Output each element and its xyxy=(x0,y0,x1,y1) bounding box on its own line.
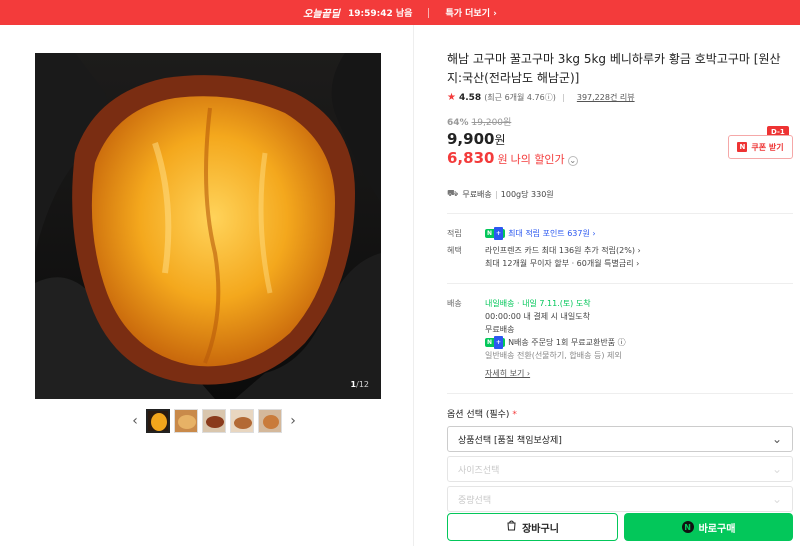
image-counter-total: /12 xyxy=(356,380,369,389)
product-info-panel: 해남 고구마 꿀고구마 3kg 5kg 베니하루카 황금 호박고구마 [원산지:… xyxy=(447,50,793,516)
delivery-free: 무료배송 xyxy=(485,325,515,334)
return-policy[interactable]: N배송 주문당 1회 무료교환반품 ⓘ xyxy=(508,338,626,347)
card-benefit-link[interactable]: 라인프렌즈 카드 최대 136원 추가 적립(2%) › xyxy=(485,244,793,257)
delivery-cutoff: 00:00:00 내 결제 시 내일도착 xyxy=(485,312,590,321)
product-title: 해남 고구마 꿀고구마 3kg 5kg 베니하루카 황금 호박고구마 [원산지:… xyxy=(447,52,781,85)
chevron-down-icon: ⌄ xyxy=(771,462,782,476)
weight-option-placeholder: 중량선택 xyxy=(458,495,492,506)
coupon-button[interactable]: N 쿠폰 받기 xyxy=(728,135,793,159)
chevron-down-icon: ⌄ xyxy=(771,492,782,506)
sweet-potato-photo xyxy=(35,53,381,399)
naver-plus-badge: N + xyxy=(485,227,506,240)
promo-timer: 19:59:42 남음 xyxy=(347,9,413,19)
promo-bar: 오늘끝딜 19:59:42 남음 특가 더보기 › xyxy=(0,0,800,25)
buy-now-button[interactable]: N 바로구매 xyxy=(624,513,793,541)
original-price: 19,200원 xyxy=(471,118,512,128)
thumbnail-1[interactable] xyxy=(146,409,170,433)
chevron-down-icon: ⌄ xyxy=(771,432,782,446)
delivery-exclusion: 일반배송 전환(선물하기, 합배송 등) 제외 xyxy=(485,351,622,360)
unit-price-text: 100g당 330원 xyxy=(500,190,554,199)
delivery-eta: · 내일 7.11.(토) 도착 xyxy=(517,299,591,308)
size-option-select[interactable]: 사이즈선택 ⌄ xyxy=(447,456,793,482)
benefit-label: 혜택 xyxy=(447,246,462,255)
my-price-unit: 원 xyxy=(497,153,508,166)
naver-plus-badge: N + xyxy=(485,336,506,349)
free-shipping-text: 무료배송 xyxy=(462,190,492,199)
thumbnail-strip: ‹ › xyxy=(128,408,300,434)
product-option-select[interactable]: 상품선택 [품질 책임보상제] ⌄ xyxy=(447,426,793,452)
rating-divider xyxy=(562,93,564,102)
thumbnail-4[interactable] xyxy=(230,409,254,433)
divider xyxy=(447,283,793,284)
option-title-text: 옵션 선택 (필수) xyxy=(447,410,510,420)
purchase-actions: 장바구니 N 바로구매 xyxy=(447,513,793,541)
required-mark: * xyxy=(512,410,517,420)
star-icon: ★ xyxy=(447,92,456,103)
points-label: 적립 xyxy=(447,229,462,238)
promo-more-link[interactable]: 특가 더보기 › xyxy=(445,6,496,19)
image-counter: 1/12 xyxy=(351,380,369,389)
shipping-summary: ⛟ 무료배송 100g당 330원 xyxy=(447,189,793,200)
rating-score: 4.58 xyxy=(458,92,482,103)
rating-row: ★ 4.58 (최근 6개월 4.76ⓘ) 397,228건 리뷰 xyxy=(447,92,793,103)
points-link[interactable]: 최대 적립 포인트 637원 › xyxy=(508,229,596,238)
benefit-row: 혜택 라인프렌즈 카드 최대 136원 추가 적립(2%) › 최대 12개월 … xyxy=(447,244,793,270)
shopping-bag-icon xyxy=(506,520,517,534)
sale-price-value: 9,900 xyxy=(447,130,495,148)
rating-note[interactable]: (최근 6개월 4.76ⓘ) xyxy=(484,92,556,103)
discount-line: 64% 19,200원 xyxy=(447,115,793,128)
my-price-value: 6,830 xyxy=(447,149,495,167)
divider xyxy=(447,393,793,394)
installment-link[interactable]: 최대 12개월 무이자 할부 · 60개월 특별금리 › xyxy=(485,257,793,270)
promo-divider xyxy=(428,7,430,18)
thumbnail-3[interactable] xyxy=(202,409,226,433)
delivery-more-link[interactable]: 자세히 보기 › xyxy=(485,369,530,378)
thumbnail-2[interactable] xyxy=(174,409,198,433)
promo-badge: 오늘끝딜 xyxy=(303,9,340,20)
thumbnail-5[interactable] xyxy=(258,409,282,433)
cart-label: 장바구니 xyxy=(522,523,559,535)
truck-icon: ⛟ xyxy=(447,189,459,199)
delivery-row: 배송 내일배송 · 내일 7.11.(토) 도착 00:00:00 내 결제 시… xyxy=(447,297,793,380)
naver-pay-icon: N xyxy=(681,521,694,533)
main-product-image[interactable]: 1/12 xyxy=(35,53,381,399)
chevron-right-icon[interactable]: › xyxy=(286,409,300,433)
add-to-cart-button[interactable]: 장바구니 xyxy=(447,513,618,541)
panel-divider xyxy=(413,25,414,546)
product-option-value: 상품선택 [품질 책임보상제] xyxy=(458,435,562,446)
buy-label: 바로구매 xyxy=(698,523,736,535)
discount-rate: 64% xyxy=(447,118,469,128)
naver-logo-icon: N xyxy=(737,142,748,152)
review-count-link[interactable]: 397,228건 리뷰 xyxy=(577,92,635,103)
delivery-label: 배송 xyxy=(447,299,462,308)
chevron-left-icon[interactable]: ‹ xyxy=(128,409,142,433)
tomorrow-delivery-tag: 내일배송 xyxy=(485,299,515,308)
points-row: 적립 N + 최대 적립 포인트 637원 › xyxy=(447,227,793,240)
sale-price-unit: 원 xyxy=(494,133,506,147)
size-option-placeholder: 사이즈선택 xyxy=(458,465,500,476)
my-price-label: 나의 할인가 xyxy=(510,153,565,166)
coupon-label: 쿠폰 받기 xyxy=(751,142,784,152)
shipping-divider xyxy=(495,190,497,199)
option-title: 옵션 선택 (필수) * xyxy=(447,407,793,420)
weight-option-select[interactable]: 중량선택 ⌄ xyxy=(447,486,793,512)
chevron-down-icon: ⌄ xyxy=(567,155,578,166)
divider xyxy=(447,213,793,214)
